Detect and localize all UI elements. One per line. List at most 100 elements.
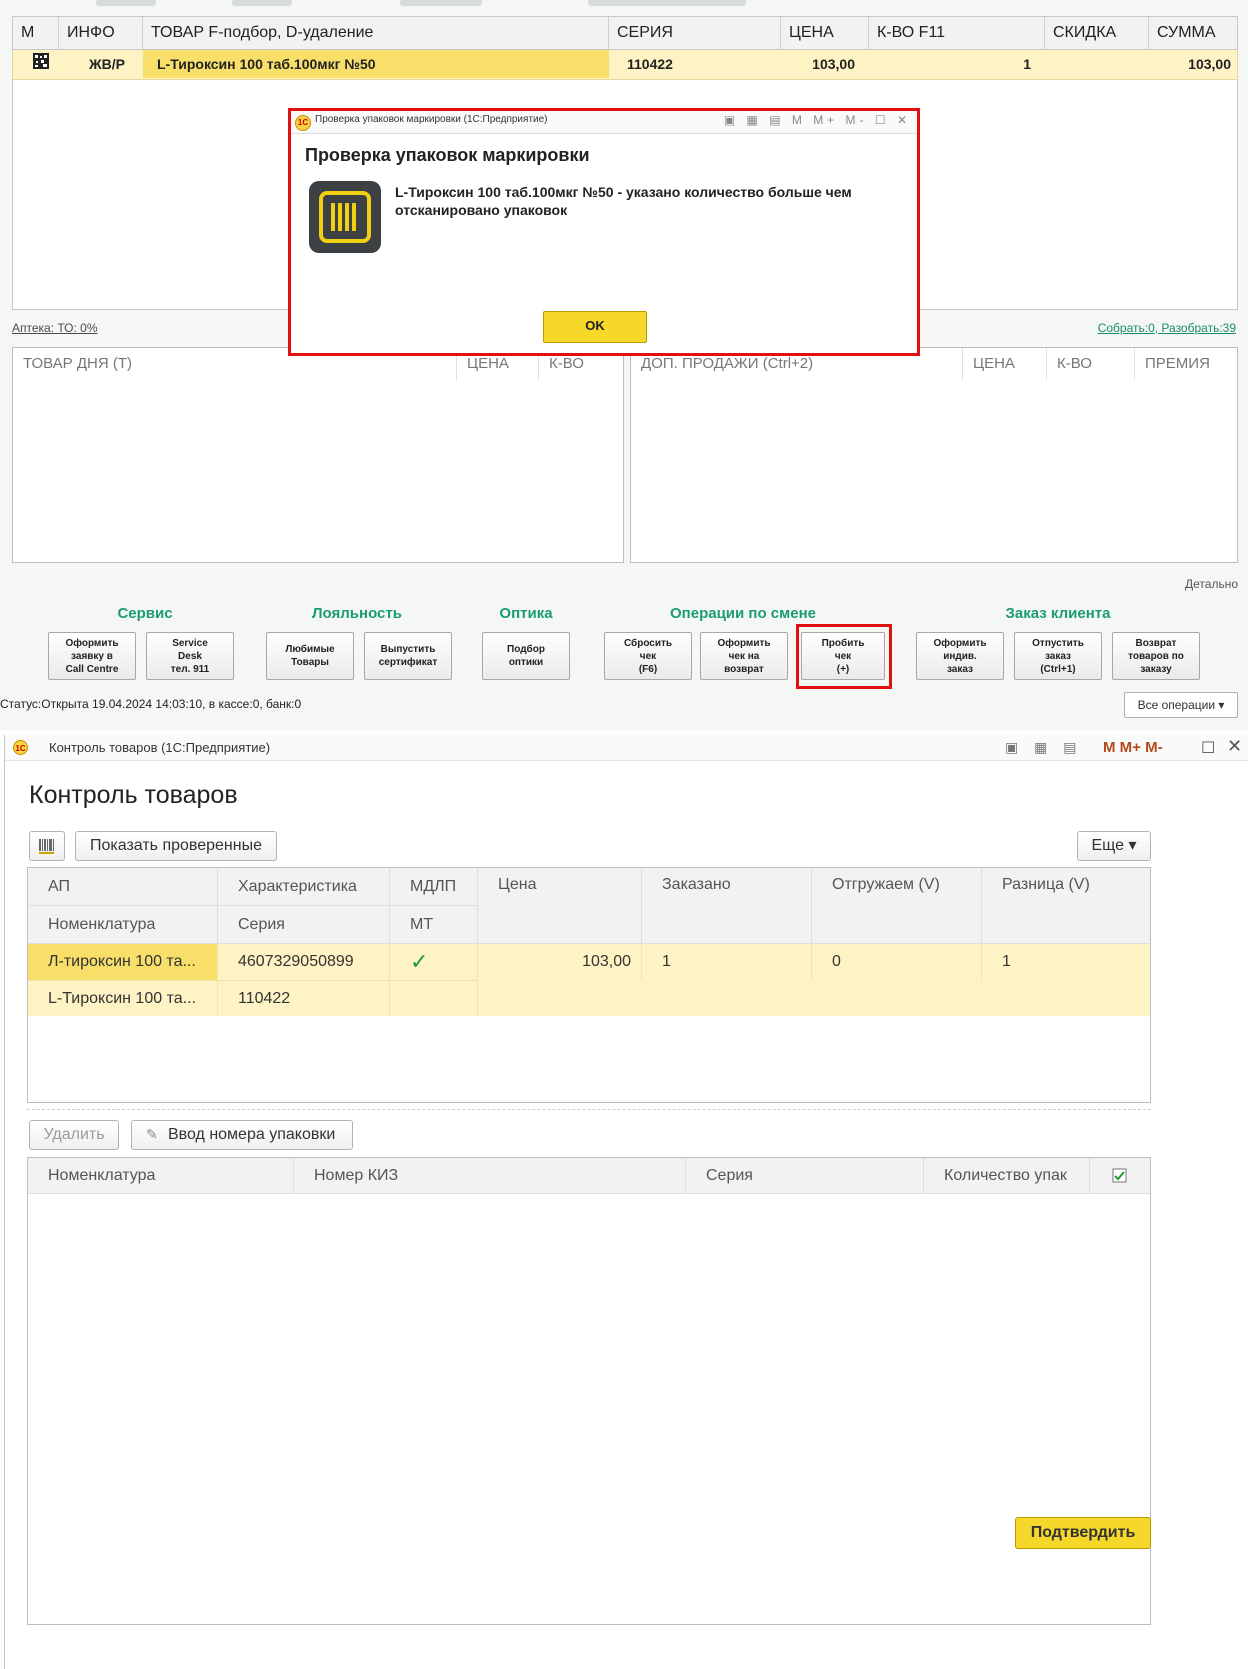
row-qty[interactable]: 1 — [869, 50, 1037, 78]
col-price: ЦЕНА — [781, 17, 869, 49]
row-discount — [1045, 50, 1149, 78]
delete-button[interactable]: Удалить — [29, 1120, 119, 1150]
control-titlebar: 1С Контроль товаров (1С:Предприятие) ▣ ▦… — [5, 735, 1248, 761]
header-mt[interactable]: МТ — [390, 906, 478, 944]
show-checked-button[interactable]: Показать проверенные — [75, 831, 277, 861]
order-return-button[interactable]: Возврат товаров по заказу — [1112, 632, 1200, 680]
row-price: 103,00 — [478, 944, 642, 980]
row-price: 103,00 — [812, 56, 855, 72]
header-price[interactable]: Цена — [478, 868, 642, 944]
row-ordered: 1 — [642, 944, 812, 980]
confirm-button[interactable]: Подтвердить — [1015, 1517, 1151, 1549]
dialog-window-title: Проверка упаковок маркировки (1С:Предпри… — [315, 114, 548, 125]
row-sum: 103,00 — [1188, 56, 1231, 72]
col-info: ИНФО — [59, 17, 143, 49]
memory-buttons[interactable]: M M+ M- — [1103, 739, 1163, 756]
dialog-titlebar: 1С Проверка упаковок маркировки (1С:Пред… — [291, 111, 917, 134]
row-shipping: 0 — [812, 944, 982, 980]
row-product[interactable]: L-Тироксин 100 таб.100мкг №50 — [143, 50, 609, 78]
form-title: Контроль товаров — [29, 781, 238, 809]
punch-receipt-button[interactable]: Пробить чек (+) — [801, 632, 885, 680]
optics-select-button[interactable]: Подбор оптики — [482, 632, 570, 680]
release-order-button[interactable]: Отпустить заказ (Ctrl+1) — [1014, 632, 1102, 680]
header-series[interactable]: Серия — [218, 906, 390, 944]
header-ap[interactable]: АП — [28, 868, 218, 906]
service-desk-button[interactable]: Service Desk тел. 911 — [146, 632, 234, 680]
control-window-title: Контроль товаров (1С:Предприятие) — [49, 740, 271, 755]
checked-box-icon — [1112, 1168, 1127, 1182]
return-receipt-button[interactable]: Оформить чек на возврат — [700, 632, 788, 680]
lower-header-qty[interactable]: Количество упак — [924, 1158, 1090, 1194]
product-of-day-panel: ТОВАР ДНЯ (Т) ЦЕНА К-ВО — [12, 347, 624, 563]
favorites-button[interactable]: Любимые Товары — [266, 632, 354, 680]
col-product: ТОВАР F-подбор, D-удаление — [143, 17, 609, 49]
collect-link[interactable]: Собрать:0, Разобрать:39 — [1098, 321, 1236, 335]
all-operations-button[interactable]: Все операции ▾ — [1124, 692, 1238, 718]
dialog-message: L-Тироксин 100 таб.100мкг №50 - указано … — [395, 184, 852, 218]
header-shipping[interactable]: Отгружаем (V) — [812, 868, 982, 944]
row-series: 110422 — [627, 56, 673, 72]
row-nomenclature[interactable]: L-Тироксин 100 та... — [28, 980, 218, 1016]
checkmark-icon: ✓ — [390, 944, 478, 980]
lower-header-series[interactable]: Серия — [686, 1158, 924, 1194]
group-client-order: Заказ клиента — [1005, 605, 1111, 622]
pharmacy-link[interactable]: Аптека: ТО: 0% — [12, 321, 98, 335]
certificate-button[interactable]: Выпустить сертификат — [364, 632, 452, 680]
row-mt — [390, 980, 478, 1016]
call-centre-button[interactable]: Оформить заявку в Call Centre — [48, 632, 136, 680]
datamatrix-icon — [27, 50, 57, 78]
receipt-table-header: М ИНФО ТОВАР F-подбор, D-удаление СЕРИЯ … — [12, 16, 1238, 50]
barcode-scan-button[interactable] — [29, 831, 65, 861]
more-button[interactable]: Еще ▾ — [1077, 831, 1151, 861]
row-ap[interactable]: Л-тироксин 100 та... — [28, 944, 218, 980]
lower-header-nomenclature[interactable]: Номенклатура — [28, 1158, 294, 1194]
splitter[interactable] — [27, 1109, 1151, 1110]
package-entry-label: Ввод номера упаковки — [168, 1126, 336, 1143]
packaging-check-dialog: 1С Проверка упаковок маркировки (1С:Пред… — [288, 108, 920, 356]
col-m: М — [13, 17, 59, 49]
extra-sales-bonus-header: ПРЕМИЯ — [1145, 355, 1210, 372]
packages-grid: Номенклатура Номер КИЗ Серия Количество … — [27, 1157, 1151, 1625]
pencil-icon: ✎ — [146, 1126, 158, 1142]
reset-receipt-button[interactable]: Сбросить чек (F6) — [604, 632, 692, 680]
lower-header-check[interactable] — [1090, 1158, 1150, 1194]
group-optics: Оптика — [499, 605, 553, 622]
group-loyalty: Лояльность — [312, 605, 402, 622]
ok-button[interactable]: OK — [543, 311, 647, 343]
row-characteristic: 4607329050899 — [218, 944, 390, 980]
row-info: ЖВ/Р — [89, 56, 125, 72]
package-entry-button[interactable]: ✎ Ввод номера упаковки — [131, 1120, 353, 1150]
group-service: Сервис — [117, 605, 173, 622]
header-diff[interactable]: Разница (V) — [982, 868, 1150, 944]
dialog-window-controls-icon[interactable]: ▣ ▦ ▤ M M+ M- ☐ ✕ — [724, 113, 911, 127]
header-characteristic[interactable]: Характеристика — [218, 868, 390, 906]
col-discount: СКИДКА — [1045, 17, 1149, 49]
status-text: Статус:Открыта 19.04.2024 14:03:10, в ка… — [0, 697, 302, 711]
goods-grid: АП Характеристика МДЛП Цена Заказано Отг… — [27, 867, 1151, 1103]
col-series: СЕРИЯ — [609, 17, 781, 49]
group-shift-ops: Операции по смене — [670, 605, 816, 622]
lower-header-kiz[interactable]: Номер КИЗ — [294, 1158, 686, 1194]
onec-logo-icon: 1С — [295, 115, 311, 131]
extra-sales-qty-header: К-ВО — [1047, 348, 1135, 380]
toolbar-icons[interactable]: ▣ ▦ ▤ — [1005, 739, 1082, 756]
header-nomenclature[interactable]: Номенклатура — [28, 906, 218, 944]
goods-control-window: 1С Контроль товаров (1С:Предприятие) ▣ ▦… — [4, 735, 1248, 1669]
header-ordered[interactable]: Заказано — [642, 868, 812, 944]
col-qty: К-ВО F11 — [869, 17, 1045, 49]
detail-label[interactable]: Детально — [1185, 577, 1238, 591]
extra-sales-panel: ДОП. ПРОДАЖИ (Ctrl+2) ЦЕНА К-ВО ПРЕМИЯ — [630, 347, 1238, 563]
onec-logo-icon: 1С — [13, 740, 28, 755]
dialog-title: Проверка упаковок маркировки — [305, 145, 590, 165]
row-series: 110422 — [218, 980, 390, 1016]
row-diff: 1 — [1002, 953, 1011, 970]
datamatrix-scan-icon — [309, 181, 381, 253]
close-icon[interactable]: ✕ — [1227, 736, 1242, 757]
maximize-icon[interactable]: ☐ — [1201, 738, 1215, 758]
individual-order-button[interactable]: Оформить индив. заказ — [916, 632, 1004, 680]
col-sum: СУММА — [1157, 24, 1216, 41]
barcode-icon — [39, 839, 54, 854]
receipt-row[interactable]: ЖВ/Р L-Тироксин 100 таб.100мкг №50 11042… — [12, 50, 1238, 80]
extra-sales-price-header: ЦЕНА — [963, 348, 1047, 380]
header-mdlp[interactable]: МДЛП — [390, 868, 478, 906]
